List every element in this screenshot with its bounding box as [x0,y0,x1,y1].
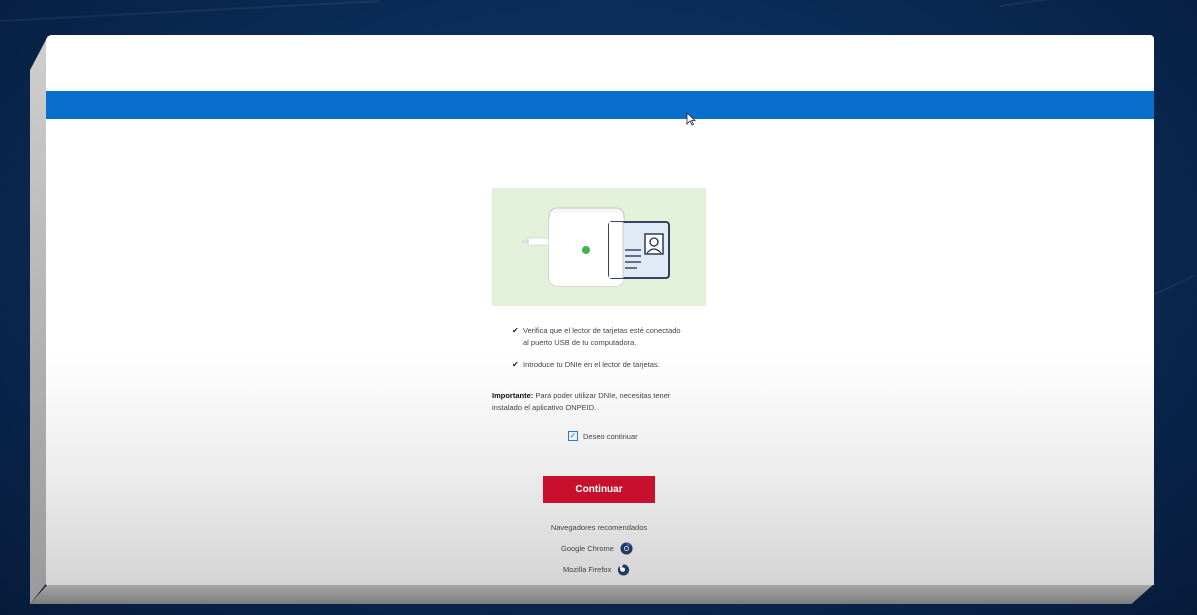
instruction-list: ✔ Verifica que el lector de tarjetas est… [512,325,732,371]
background-line [999,0,1197,7]
id-card-icon [608,221,670,279]
browser-item-chrome[interactable]: Google Chrome [561,542,633,555]
dnie-reader-illustration [492,188,706,306]
list-item: ✔ Introduce tu DNIe en el lector de tarj… [512,359,732,371]
checkmark-icon: ✔ [512,360,519,369]
usb-cable-icon [522,237,551,246]
browser-label[interactable]: Google Chrome [561,544,614,553]
chrome-icon[interactable] [620,542,633,555]
browser-label[interactable]: Mozilla Firefox [563,565,611,574]
firefox-icon[interactable] [617,563,630,576]
consent-label[interactable]: Deseo continuar [583,432,638,441]
browser-item-firefox[interactable]: Mozilla Firefox [563,563,630,576]
checkmark-icon: ✔ [512,326,519,335]
instruction-text: Verifica que el lector de tarjetas esté … [523,326,681,335]
instruction-text: al puerto USB de tu computadora. [523,337,637,347]
background-line [0,0,380,22]
consent-checkbox-row[interactable]: ✓ Deseo continuar [568,431,638,441]
consent-checkbox[interactable]: ✓ [568,431,578,441]
continue-button[interactable]: Continuar [543,476,655,503]
header-bar [46,91,1154,119]
important-label: Importante: [492,391,534,400]
recommended-browsers-title: Navegadores recomendados [550,523,648,532]
instruction-text: Introduce tu DNIe en el lector de tarjet… [523,360,660,369]
mouse-cursor-icon [686,112,696,126]
browser-page: ✔ Verifica que el lector de tarjetas est… [46,35,1154,585]
important-note: Importante: Para poder utilizar DNIe, ne… [492,390,692,413]
list-item: ✔ Verifica que el lector de tarjetas est… [512,325,732,348]
screen-slab-bottom [30,584,1154,604]
